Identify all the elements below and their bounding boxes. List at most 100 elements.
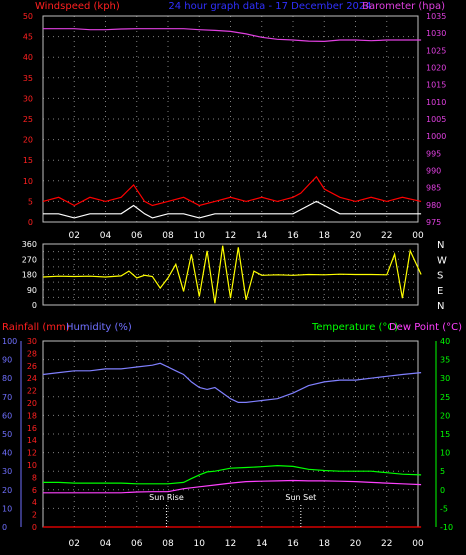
barometer-line bbox=[43, 28, 422, 43]
direction-tick-label: 270 bbox=[22, 255, 37, 264]
windspeed-tick-label: 5 bbox=[28, 197, 33, 206]
dewpoint-line bbox=[43, 479, 422, 494]
barometer-tick-label: 1020 bbox=[426, 64, 446, 73]
temperature-tick-label: 20 bbox=[440, 411, 450, 420]
rainfall-tick-label: 4 bbox=[32, 498, 37, 507]
barometer-tick-label: 985 bbox=[426, 184, 441, 193]
wind-gust-line bbox=[42, 175, 422, 207]
humidity-tick-label: 30 bbox=[2, 467, 12, 476]
rainfall-tick-label: 18 bbox=[27, 411, 37, 420]
x-tick-label: 04 bbox=[100, 231, 112, 241]
sunset-label: Sun Set bbox=[285, 493, 316, 502]
barometer-tick-label: 1015 bbox=[426, 81, 446, 90]
windspeed-tick-label: 45 bbox=[23, 33, 33, 42]
x-tick-label: 14 bbox=[256, 231, 268, 241]
barometer-tick-label: 975 bbox=[426, 218, 441, 227]
rainfall-tick-label: 0 bbox=[32, 523, 37, 532]
rainfall-tick-label: 22 bbox=[27, 387, 37, 396]
x-tick-label: 18 bbox=[319, 539, 331, 549]
x-tick-label: 18 bbox=[319, 231, 331, 241]
direction-tick-label: 360 bbox=[22, 240, 37, 249]
rainfall-tick-label: 10 bbox=[27, 461, 37, 470]
x-tick-label: 02 bbox=[69, 231, 80, 241]
windspeed-tick-label: 40 bbox=[23, 53, 33, 62]
temperature-tick-label: 15 bbox=[440, 430, 450, 439]
x-tick-label: 22 bbox=[381, 231, 392, 241]
x-tick-label: 06 bbox=[131, 231, 143, 241]
temperature-tick-label: 30 bbox=[440, 374, 450, 383]
windspeed-tick-label: 20 bbox=[23, 136, 33, 145]
sunrise-label: Sun Rise bbox=[149, 493, 184, 502]
wind-barometer-panel: 0510152025303540455097598098599099510001… bbox=[23, 12, 447, 241]
rain-humidity-temperature-panel: 0102030405060708090100024681012141618202… bbox=[2, 337, 453, 549]
humidity-tick-label: 10 bbox=[2, 504, 12, 513]
x-tick-label: 16 bbox=[287, 231, 299, 241]
humidity-axis-label: Humidity (%) bbox=[66, 322, 132, 333]
x-tick-label: 02 bbox=[69, 539, 80, 549]
barometer-tick-label: 1005 bbox=[426, 115, 446, 124]
humidity-tick-label: 70 bbox=[2, 393, 12, 402]
compass-label: W bbox=[437, 255, 447, 266]
rainfall-tick-label: 28 bbox=[27, 349, 37, 358]
barometer-tick-label: 1030 bbox=[426, 29, 446, 38]
rainfall-tick-label: 24 bbox=[27, 374, 37, 383]
x-tick-label: 14 bbox=[256, 539, 268, 549]
wind-direction-panel: 090180270360 NWSEN bbox=[22, 240, 447, 312]
rainfall-tick-label: 16 bbox=[27, 424, 37, 433]
rainfall-tick-label: 20 bbox=[27, 399, 37, 408]
windspeed-axis-label: Windspeed (kph) bbox=[35, 1, 120, 12]
x-tick-label: 00 bbox=[412, 231, 424, 241]
barometer-tick-label: 1000 bbox=[426, 132, 446, 141]
barometer-tick-label: 1010 bbox=[426, 98, 446, 107]
temperature-tick-label: 25 bbox=[440, 393, 450, 402]
compass-label: N bbox=[437, 240, 444, 251]
windspeed-tick-label: 25 bbox=[23, 115, 33, 124]
x-tick-label: 12 bbox=[225, 231, 236, 241]
x-tick-label: 20 bbox=[350, 539, 362, 549]
rainfall-tick-label: 8 bbox=[32, 473, 37, 482]
humidity-tick-label: 50 bbox=[2, 430, 12, 439]
windspeed-tick-label: 50 bbox=[23, 12, 33, 21]
x-tick-label: 12 bbox=[225, 539, 236, 549]
wind-average-line bbox=[43, 200, 422, 219]
x-tick-label: 06 bbox=[131, 539, 143, 549]
humidity-tick-label: 80 bbox=[2, 374, 12, 383]
rainfall-tick-label: 2 bbox=[32, 511, 37, 520]
direction-tick-label: 90 bbox=[27, 286, 37, 295]
temperature-line bbox=[43, 464, 422, 485]
temperature-tick-label: 35 bbox=[440, 356, 450, 365]
x-tick-label: 16 bbox=[287, 539, 299, 549]
weather-graph: Windspeed (kph) 24 hour graph data - 17 … bbox=[2, 1, 462, 549]
humidity-tick-label: 60 bbox=[2, 411, 12, 420]
temperature-tick-label: 5 bbox=[440, 467, 445, 476]
compass-label: E bbox=[437, 286, 443, 297]
temperature-tick-label: 10 bbox=[440, 449, 450, 458]
x-tick-label: 22 bbox=[381, 539, 392, 549]
x-tick-label: 08 bbox=[162, 539, 174, 549]
humidity-tick-label: 20 bbox=[2, 486, 12, 495]
humidity-tick-label: 40 bbox=[2, 449, 12, 458]
x-tick-label: 20 bbox=[350, 231, 362, 241]
windspeed-tick-label: 35 bbox=[23, 74, 33, 83]
temperature-axis-label: Temperature (°C) bbox=[311, 322, 398, 333]
temperature-tick-label: -5 bbox=[440, 504, 448, 513]
humidity-tick-label: 0 bbox=[2, 523, 7, 532]
barometer-tick-label: 990 bbox=[426, 167, 441, 176]
rainfall-tick-label: 30 bbox=[27, 337, 37, 346]
rainfall-axis-label: Rainfall (mm) bbox=[2, 322, 70, 333]
wind-direction-line bbox=[42, 245, 422, 304]
x-tick-label: 00 bbox=[412, 539, 424, 549]
temperature-tick-label: -10 bbox=[440, 523, 453, 532]
compass-label: S bbox=[437, 271, 443, 282]
x-tick-label: 10 bbox=[194, 231, 206, 241]
temperature-tick-label: 0 bbox=[440, 486, 445, 495]
barometer-tick-label: 980 bbox=[426, 201, 441, 210]
rainfall-tick-label: 12 bbox=[27, 449, 37, 458]
humidity-tick-label: 90 bbox=[2, 356, 12, 365]
windspeed-tick-label: 15 bbox=[23, 156, 33, 165]
barometer-tick-label: 995 bbox=[426, 149, 441, 158]
climate-panel-frame bbox=[42, 340, 419, 528]
direction-tick-label: 0 bbox=[32, 301, 37, 310]
compass-label: N bbox=[437, 301, 444, 312]
x-tick-label: 04 bbox=[100, 539, 112, 549]
